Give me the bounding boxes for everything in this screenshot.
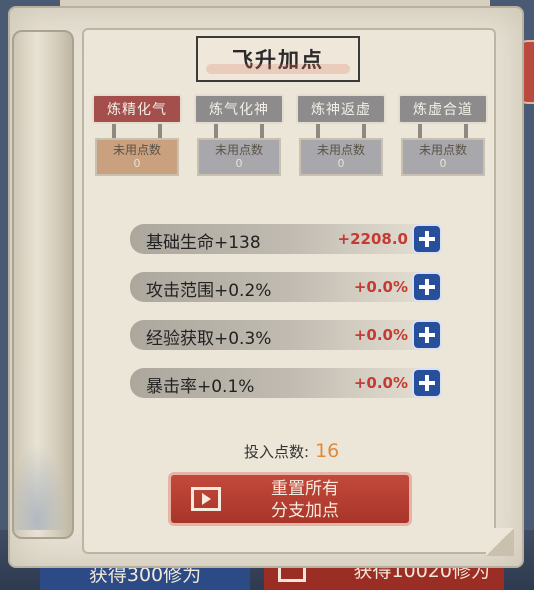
stat-label: 暴击率+0.1% — [146, 377, 255, 397]
branch-points-box-1: 未用点数 0 — [95, 138, 179, 176]
add-attack-range-button[interactable] — [412, 272, 442, 302]
branch-connector — [296, 124, 386, 138]
stat-label: 攻击范围+0.2% — [146, 281, 272, 301]
add-health-button[interactable] — [412, 224, 442, 254]
stat-value: +0.0% — [353, 374, 408, 392]
stat-value: +0.0% — [353, 278, 408, 296]
branch-4[interactable]: 炼虚合道 未用点数 0 — [398, 94, 488, 176]
branch-1[interactable]: 炼精化气 未用点数 0 — [92, 94, 182, 176]
stat-row-crit-rate: 暴击率+0.1% +0.0% — [130, 368, 422, 398]
branch-points-value: 0 — [439, 157, 447, 170]
branch-points-box-3: 未用点数 0 — [299, 138, 383, 176]
branch-connector — [92, 124, 182, 138]
branch-tab-4[interactable]: 炼虚合道 — [398, 94, 488, 124]
stat-row-health: 基础生命+138 +2208.0 — [130, 224, 422, 254]
stat-value: +2208.0 — [337, 230, 408, 248]
reset-button-line2: 分支加点 — [271, 501, 339, 521]
reset-button-line1: 重置所有 — [271, 479, 339, 499]
stat-row-exp-gain: 经验获取+0.3% +0.0% — [130, 320, 422, 350]
branch-tab-1[interactable]: 炼精化气 — [92, 94, 182, 124]
branch-points-label: 未用点数 — [418, 143, 467, 157]
branch-points-label: 未用点数 — [112, 143, 161, 157]
branch-tab-3[interactable]: 炼神返虚 — [296, 94, 386, 124]
reset-all-branches-button[interactable]: 重置所有 分支加点 — [168, 472, 412, 526]
page-fold-decoration — [486, 528, 514, 556]
stat-row-attack-range: 攻击范围+0.2% +0.0% — [130, 272, 422, 302]
branch-connector — [398, 124, 488, 138]
branch-points-value: 0 — [337, 157, 345, 170]
branch-connector — [194, 124, 284, 138]
stat-value: +0.0% — [353, 326, 408, 344]
panel-title: 飞升加点 — [196, 36, 360, 82]
panel-title-text: 飞升加点 — [232, 48, 324, 72]
stat-label: 基础生命+138 — [146, 233, 261, 253]
branch-2[interactable]: 炼气化神 未用点数 0 — [194, 94, 284, 176]
invested-points: 投入点数: 16 — [244, 440, 339, 462]
add-exp-gain-button[interactable] — [412, 320, 442, 350]
branch-points-label: 未用点数 — [316, 143, 365, 157]
invested-points-label: 投入点数: — [244, 443, 310, 461]
branch-tab-2[interactable]: 炼气化神 — [194, 94, 284, 124]
branch-points-label: 未用点数 — [214, 143, 263, 157]
stat-label: 经验获取+0.3% — [146, 329, 272, 349]
branch-points-box-4: 未用点数 0 — [401, 138, 485, 176]
invested-points-value: 16 — [315, 440, 340, 462]
branch-points-box-2: 未用点数 0 — [197, 138, 281, 176]
branch-3[interactable]: 炼神返虚 未用点数 0 — [296, 94, 386, 176]
branch-points-value: 0 — [235, 157, 243, 170]
mountain-decoration — [14, 430, 72, 530]
branch-points-value: 0 — [133, 157, 141, 170]
add-crit-rate-button[interactable] — [412, 368, 442, 398]
